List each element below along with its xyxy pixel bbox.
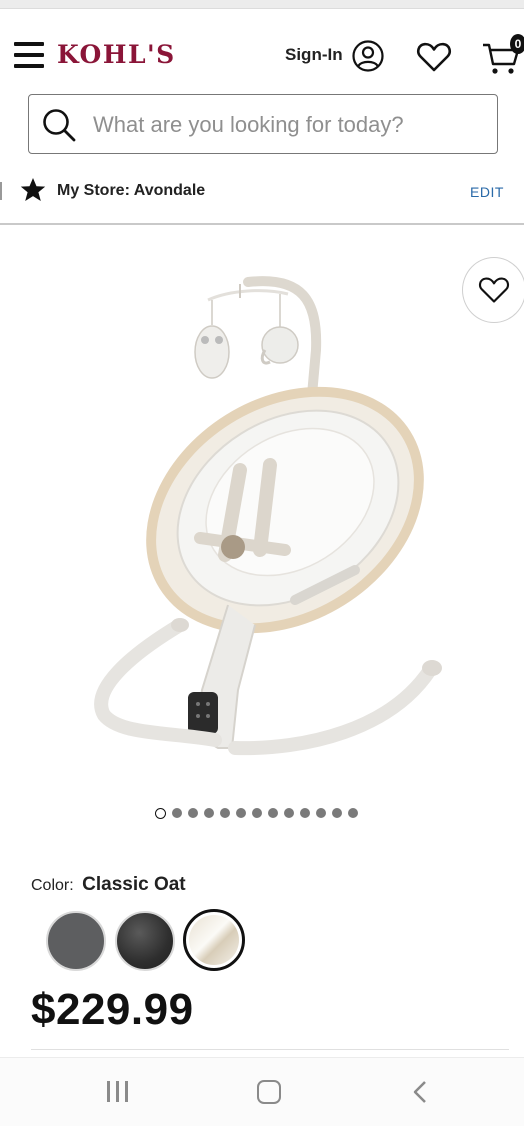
home-icon[interactable]: [257, 1080, 281, 1104]
price-divider: [31, 1049, 509, 1050]
header-divider: [0, 223, 524, 225]
carousel-dot[interactable]: [332, 808, 342, 818]
recent-apps-icon[interactable]: [106, 1081, 130, 1103]
store-bar-edge: [0, 182, 2, 200]
carousel-dot[interactable]: [316, 808, 326, 818]
heart-outline-icon: [478, 277, 510, 303]
android-nav-bar: [0, 1057, 524, 1126]
carousel-dot[interactable]: [220, 808, 230, 818]
carousel-dot[interactable]: [348, 808, 358, 818]
carousel-dot[interactable]: [284, 808, 294, 818]
back-icon[interactable]: [410, 1080, 432, 1104]
swatch-black[interactable]: [115, 911, 175, 971]
carousel-dot[interactable]: [204, 808, 214, 818]
cart-count-badge: 0: [510, 34, 524, 54]
carousel-dot[interactable]: [300, 808, 310, 818]
carousel-dot[interactable]: [172, 808, 182, 818]
site-header: KOHL'S Sign-In 0: [0, 9, 524, 93]
heart-icon[interactable]: [416, 41, 452, 73]
user-circle-icon[interactable]: [352, 40, 384, 72]
color-value: Classic Oat: [82, 874, 186, 895]
image-carousel-dots[interactable]: [155, 807, 358, 819]
product-price: $229.99: [31, 985, 194, 1034]
search-input[interactable]: [91, 105, 485, 145]
swatch-gray[interactable]: [46, 911, 106, 971]
product-image[interactable]: [90, 270, 460, 790]
search-bar[interactable]: [28, 94, 498, 154]
carousel-dot[interactable]: [268, 808, 278, 818]
favorite-button[interactable]: [462, 257, 524, 323]
color-selection: Color: Classic Oat: [31, 874, 186, 896]
my-store-bar: My Store: Avondale EDIT: [0, 166, 524, 216]
browser-top-strip: [0, 0, 524, 9]
star-icon: [20, 178, 46, 201]
hamburger-icon[interactable]: [14, 42, 44, 68]
swatch-classic-oat[interactable]: [183, 909, 245, 971]
kohls-logo[interactable]: KOHL'S: [57, 40, 176, 69]
search-icon[interactable]: [41, 107, 77, 143]
my-store-label: My Store: Avondale: [57, 182, 206, 199]
carousel-dot[interactable]: [236, 808, 246, 818]
sign-in-link[interactable]: Sign-In: [285, 45, 343, 65]
carousel-dot[interactable]: [188, 808, 198, 818]
edit-store-link[interactable]: EDIT: [470, 184, 504, 200]
swatch-classic-oat-image: [189, 915, 239, 965]
color-label: Color:: [31, 877, 74, 894]
carousel-dot[interactable]: [155, 807, 166, 819]
carousel-dot[interactable]: [252, 808, 262, 818]
